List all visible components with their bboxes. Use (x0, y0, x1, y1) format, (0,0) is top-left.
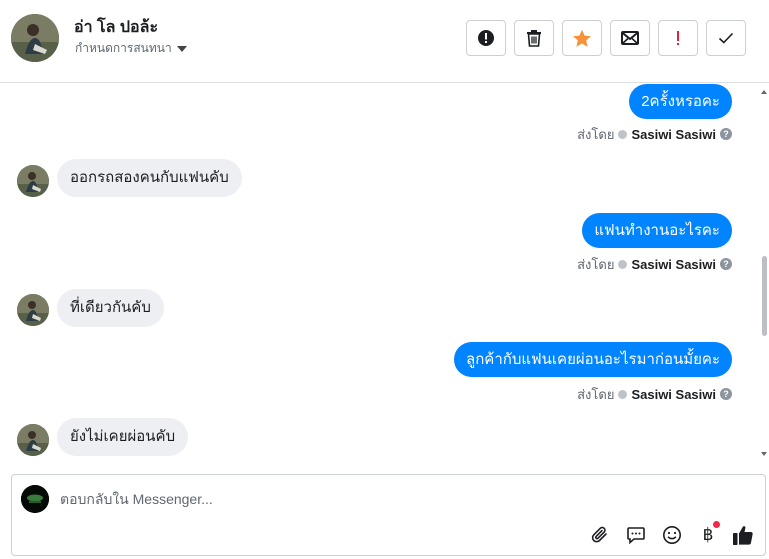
incoming-message[interactable]: ที่เดียวกันคับ (57, 289, 164, 327)
contact-name[interactable]: อ่า โล ปอล้ะ (74, 15, 158, 40)
help-icon[interactable]: ? (720, 128, 732, 140)
envelope-icon (621, 31, 639, 45)
sent-by-label: ส่งโดย (577, 386, 615, 402)
sender-name[interactable]: Sasiwi Sasiwi (631, 127, 716, 142)
check-icon (718, 32, 734, 44)
saved-replies-chat-icon[interactable] (624, 523, 648, 547)
sender-name[interactable]: Sasiwi Sasiwi (631, 257, 716, 272)
outgoing-message[interactable]: 2ครั้งหรอคะ (629, 84, 732, 119)
thread-scrollbar[interactable] (761, 90, 767, 456)
help-icon[interactable]: ? (720, 258, 732, 270)
delete-button[interactable] (514, 20, 554, 56)
scroll-up-arrow-icon[interactable] (761, 90, 767, 94)
page-avatar (21, 485, 49, 513)
contact-avatar-small[interactable] (17, 424, 49, 456)
chevron-down-icon (176, 45, 187, 52)
sent-by-line: ส่งโดย Sasiwi Sasiwi ? (577, 256, 732, 272)
trash-icon (526, 29, 542, 47)
reply-input[interactable] (60, 489, 660, 509)
sent-by-line: ส่งโดย Sasiwi Sasiwi ? (577, 126, 732, 142)
payment-baht-icon[interactable]: ฿ (696, 521, 720, 547)
sender-name[interactable]: Sasiwi Sasiwi (631, 387, 716, 402)
mark-unread-button[interactable] (610, 20, 650, 56)
incoming-message[interactable]: ออกรถสองคนกับแฟนคับ (57, 159, 242, 197)
outgoing-message[interactable]: ลูกค้ากับแฟนเคยผ่อนอะไรมาก่อนมั้ยคะ (454, 342, 732, 377)
scroll-thumb[interactable] (762, 256, 767, 336)
star-icon (572, 29, 592, 48)
assign-label: กำหนดการสนทนา (75, 41, 172, 55)
help-icon[interactable]: ? (720, 388, 732, 400)
follow-up-button[interactable] (658, 20, 698, 56)
mark-done-button[interactable] (706, 20, 746, 56)
star-button[interactable] (562, 20, 602, 56)
contact-avatar[interactable] (11, 14, 59, 62)
sent-by-label: ส่งโดย (577, 126, 615, 142)
conversation-header: อ่า โล ปอล้ะ กำหนดการสนทนา (0, 0, 769, 83)
contact-avatar-small[interactable] (17, 294, 49, 326)
scroll-down-arrow-icon[interactable] (761, 452, 767, 456)
page-badge-icon (618, 389, 628, 399)
page-badge-icon (618, 129, 628, 139)
outgoing-message[interactable]: แฟนทำงานอะไรคะ (582, 213, 732, 248)
mark-spam-button[interactable] (466, 20, 506, 56)
reply-composer: ฿ (11, 474, 766, 556)
alert-circle-icon (477, 29, 495, 47)
contact-avatar-small[interactable] (17, 165, 49, 197)
notification-dot (713, 521, 720, 528)
message-thread[interactable]: 2ครั้งหรอคะ ส่งโดย Sasiwi Sasiwi ? ออกรถ… (0, 83, 769, 463)
sent-by-label: ส่งโดย (577, 256, 615, 272)
like-thumbs-up-icon[interactable] (731, 523, 755, 547)
exclamation-icon (675, 30, 681, 46)
incoming-message[interactable]: ยังไม่เคยผ่อนคับ (57, 418, 189, 456)
page-badge-icon (618, 259, 628, 269)
sent-by-line: ส่งโดย Sasiwi Sasiwi ? (577, 386, 732, 402)
currency-symbol: ฿ (702, 525, 714, 544)
assign-conversation-dropdown[interactable]: กำหนดการสนทนา (75, 39, 187, 58)
emoji-icon[interactable] (660, 523, 684, 547)
attachment-paperclip-icon[interactable] (588, 523, 612, 547)
